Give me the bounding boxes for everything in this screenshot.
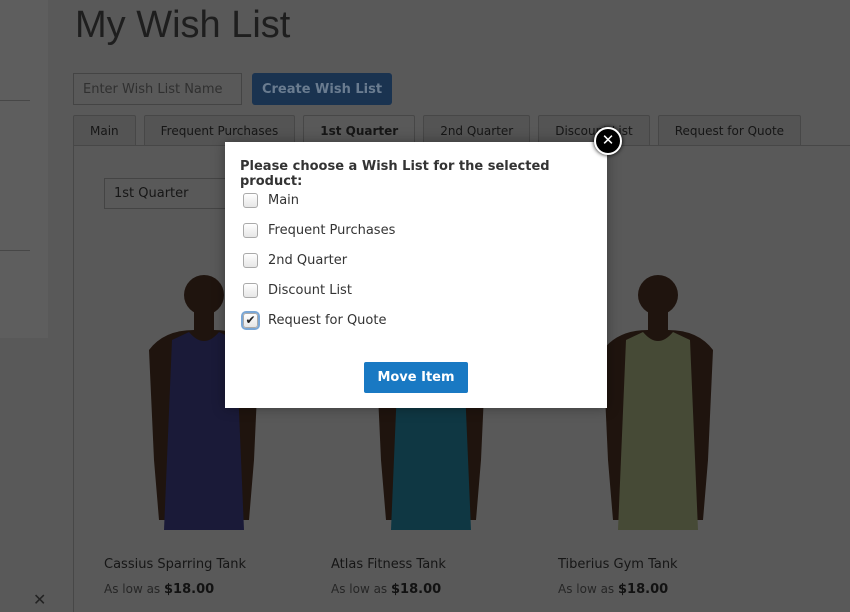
modal-title: Please choose a Wish List for the select… [240, 159, 550, 189]
price-prefix: As low as [558, 582, 615, 596]
choose-wish-list-modal: Please choose a Wish List for the select… [225, 142, 607, 408]
tab-main[interactable]: Main [73, 115, 136, 146]
wish-list-option[interactable]: Discount List [243, 283, 352, 298]
tab-request-for-quote[interactable]: Request for Quote [657, 115, 802, 146]
wish-list-option[interactable]: Main [243, 193, 299, 208]
wish-list-option[interactable]: ✔ Request for Quote [243, 313, 386, 328]
create-wish-list-button[interactable]: Create Wish List [252, 73, 392, 105]
page-title: My Wish List [75, 4, 291, 46]
price-value: $18.00 [391, 582, 442, 597]
product-price: As low as $18.00 [331, 582, 441, 597]
option-label: Frequent Purchases [268, 223, 396, 238]
divider [0, 250, 30, 251]
price-value: $18.00 [164, 582, 215, 597]
product-name[interactable]: Atlas Fitness Tank [331, 557, 446, 572]
wish-list-name-input[interactable] [73, 73, 242, 105]
divider [0, 100, 30, 101]
close-icon[interactable]: ✕ [594, 127, 622, 155]
move-item-button[interactable]: Move Item [364, 362, 468, 393]
product-name[interactable]: Cassius Sparring Tank [104, 557, 246, 572]
sidebar [0, 0, 48, 338]
option-label: Discount List [268, 283, 352, 298]
product-price: As low as $18.00 [104, 582, 214, 597]
option-label: 2nd Quarter [268, 253, 348, 268]
checkbox[interactable]: ✔ [243, 313, 258, 328]
price-prefix: As low as [331, 582, 388, 596]
wish-list-option[interactable]: Frequent Purchases [243, 223, 395, 238]
price-prefix: As low as [104, 582, 161, 596]
wish-list-option[interactable]: 2nd Quarter [243, 253, 347, 268]
close-icon[interactable]: ✕ [33, 590, 46, 609]
product-name[interactable]: Tiberius Gym Tank [558, 557, 678, 572]
checkbox[interactable] [243, 193, 258, 208]
checkbox[interactable] [243, 223, 258, 238]
option-label: Request for Quote [268, 313, 387, 328]
option-label: Main [268, 193, 300, 208]
checkbox[interactable] [243, 283, 258, 298]
product-price: As low as $18.00 [558, 582, 668, 597]
price-value: $18.00 [618, 582, 669, 597]
checkbox[interactable] [243, 253, 258, 268]
